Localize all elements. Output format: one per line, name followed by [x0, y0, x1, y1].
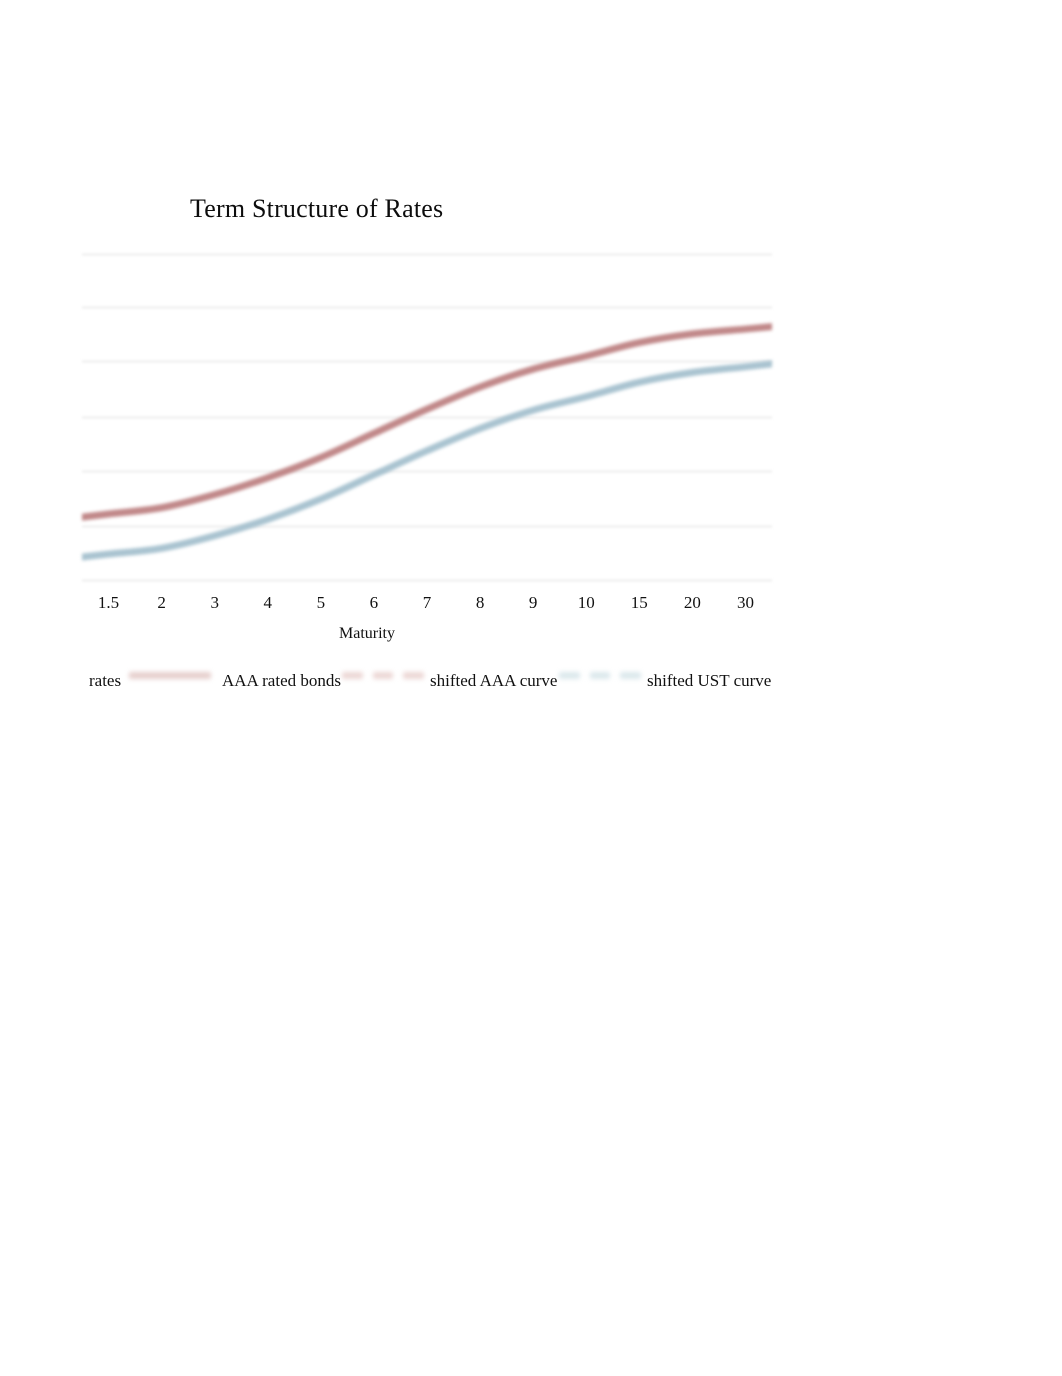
- series-line-shifted-aaa: [82, 323, 772, 521]
- legend-swatch-segment: [620, 672, 641, 679]
- legend-swatch: [559, 668, 641, 682]
- legend-swatch-segment: [129, 672, 211, 679]
- legend-item-label: AAA rated bonds: [222, 671, 341, 690]
- x-tick-label: 7: [422, 593, 432, 612]
- x-tick-label: 4: [263, 593, 273, 612]
- legend-swatch-segment: [559, 672, 580, 679]
- legend-item-label: shifted AAA curve: [430, 671, 558, 690]
- legend-swatch: [342, 668, 424, 682]
- x-tick-label: 9: [528, 593, 538, 612]
- legend-swatch-segment: [372, 672, 394, 679]
- x-axis-tick-labels: 1.5 2 3 4 5 6 7 8 9 10 15 20 30: [82, 592, 772, 616]
- series-line-shifted-ust: [82, 360, 772, 561]
- chart-legend: rates AAA rated bonds shifted AAA curve shi…: [82, 668, 782, 698]
- x-tick-label: 10: [577, 593, 595, 612]
- legend-swatch-segment: [342, 672, 363, 679]
- plot-area: [82, 246, 772, 584]
- chart-container: Term Structure of Rates 1.5 2 3 4 5 6 7 8 9 10 15 2…: [0, 0, 1062, 720]
- x-tick-label: 5: [316, 593, 326, 612]
- legend-item-label: shifted UST curve: [647, 671, 772, 690]
- x-tick-label: 8: [475, 593, 485, 612]
- x-tick-label: 20: [683, 593, 701, 612]
- x-tick-label: 2: [157, 593, 166, 612]
- x-axis-title: Maturity: [339, 625, 395, 642]
- x-tick-label: 15: [630, 593, 648, 612]
- chart-title: Term Structure of Rates: [190, 194, 444, 223]
- x-tick-label: 30: [736, 593, 754, 612]
- x-tick-label: 3: [210, 593, 219, 612]
- legend-swatch-segment: [403, 672, 424, 679]
- x-tick-label: 6: [369, 593, 379, 612]
- series-lines: [82, 323, 772, 561]
- legend-swatch-segment: [589, 672, 611, 679]
- legend-item-label: rates: [89, 671, 122, 690]
- legend-swatch: [129, 668, 211, 682]
- x-tick-label: 1.5: [97, 593, 120, 612]
